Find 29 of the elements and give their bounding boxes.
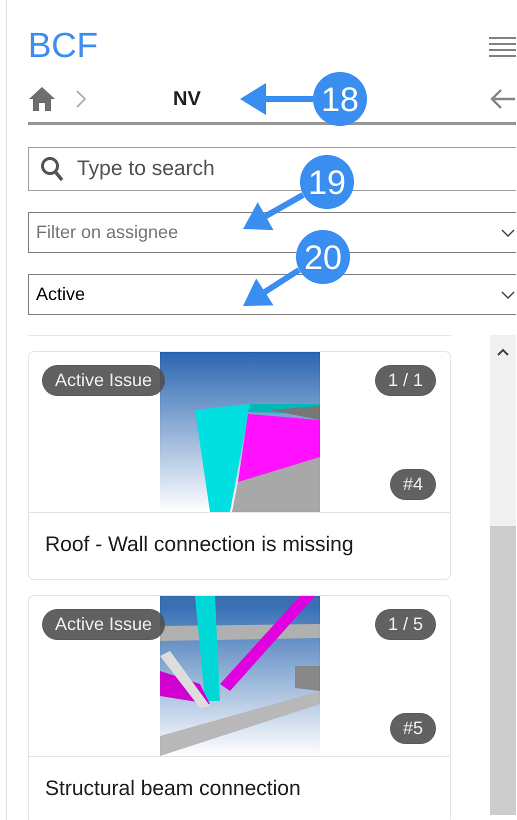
scroll-up-icon[interactable] [497, 348, 509, 356]
callout-circle [300, 155, 354, 209]
status-badge: Active Issue [42, 609, 166, 640]
search-icon [40, 156, 64, 182]
issue-card[interactable]: Active Issue 1 / 5 #5 Structural beam connection [28, 595, 451, 820]
issue-number: #4 [390, 469, 436, 500]
status-badge: Active Issue [42, 365, 166, 396]
home-icon[interactable] [28, 86, 56, 112]
callout-circle [296, 230, 350, 284]
issue-title: Structural beam connection [44, 776, 302, 802]
issue-card[interactable]: Active Issue 1 / 1 #4 Roof - Wall connection is missing [28, 351, 451, 580]
dropdown-field[interactable]: Active [28, 274, 516, 315]
chevron-down-icon [501, 229, 515, 237]
menu-icon[interactable] [489, 35, 516, 57]
callout-arrow [243, 192, 304, 230]
back-arrow-icon[interactable] [490, 88, 516, 110]
app-title: BCF [28, 26, 98, 66]
callout-arrow [243, 267, 301, 306]
viewpoint-count: 1 / 5 [374, 609, 436, 640]
callout-circle [313, 72, 367, 126]
chevron-down-icon [501, 291, 515, 299]
scrollbar-thumb[interactable] [490, 526, 516, 815]
chevron-right-icon [76, 90, 86, 108]
issue-title: Roof - Wall connection is missing [44, 532, 354, 558]
breadcrumb-current: NV [173, 88, 201, 110]
issue-number: #5 [390, 713, 436, 744]
scrollbar[interactable] [490, 335, 516, 815]
viewpoint-count: 1 / 1 [374, 365, 436, 396]
callout-number: 18 [321, 81, 359, 119]
